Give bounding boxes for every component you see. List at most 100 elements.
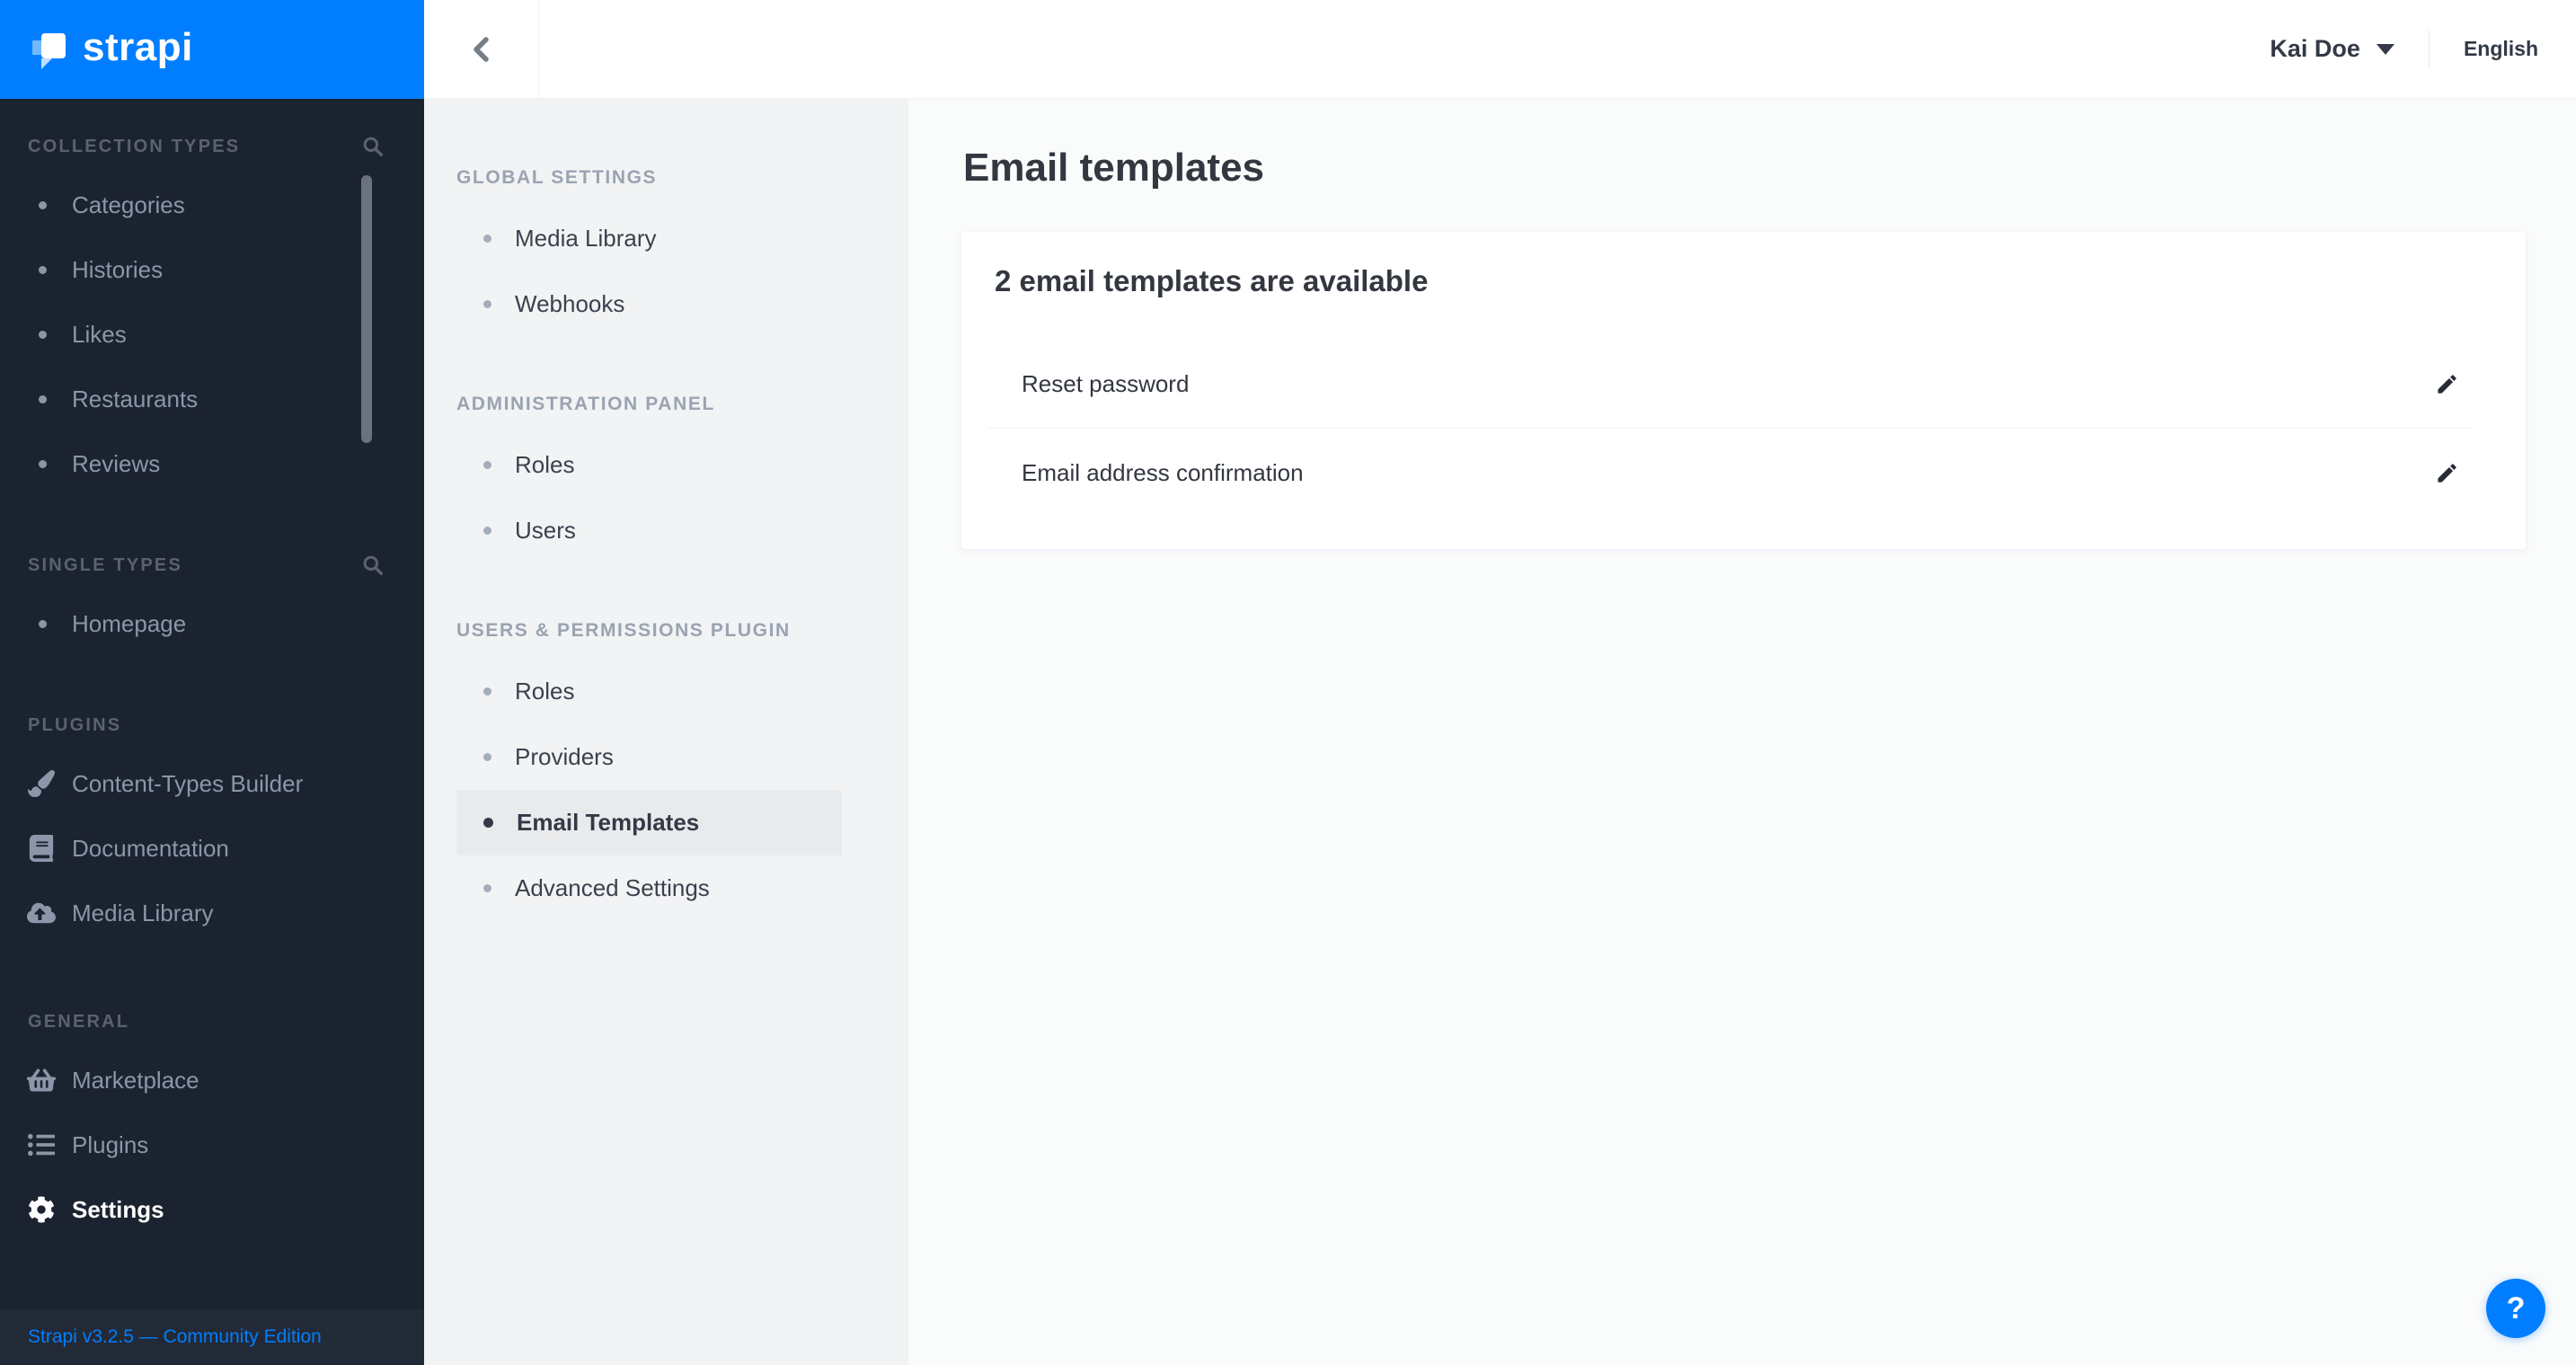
bullet-icon bbox=[483, 527, 491, 535]
back-button[interactable] bbox=[424, 0, 539, 98]
main-content: Email templates 2 email templates are av… bbox=[908, 99, 2576, 1365]
paintbrush-icon bbox=[27, 770, 56, 797]
subnav-item-label: Roles bbox=[515, 451, 575, 478]
sidebar-section-plugins: PLUGINS Content-Types Builder Documentatio… bbox=[0, 712, 424, 945]
sidebar-section-label: SINGLE TYPES bbox=[28, 554, 182, 575]
sidebar-item-label: Restaurants bbox=[72, 385, 199, 412]
strapi-logo-text: strapi bbox=[83, 25, 193, 69]
user-name: Kai Doe bbox=[2270, 35, 2360, 62]
sidebar-section-header: SINGLE TYPES bbox=[0, 552, 424, 579]
sidebar-items: Content-Types Builder Documentation Media … bbox=[0, 751, 424, 945]
subnav-section-header: USERS & PERMISSIONS PLUGIN bbox=[456, 617, 908, 644]
chevron-down-icon bbox=[2376, 43, 2395, 55]
subnav-item-email-templates[interactable]: Email Templates bbox=[456, 790, 842, 855]
template-row-reset-password: Reset password bbox=[961, 340, 2526, 428]
edit-template-button[interactable] bbox=[2427, 364, 2466, 403]
sidebar-scrollbar-thumb[interactable] bbox=[361, 175, 372, 443]
search-icon[interactable] bbox=[361, 554, 385, 577]
language-selector[interactable]: English bbox=[2464, 37, 2538, 61]
sidebar-section-label: PLUGINS bbox=[28, 714, 122, 735]
bullet-icon bbox=[39, 619, 47, 628]
sidebar-item-label: Likes bbox=[72, 320, 127, 348]
sidebar-item-label: Categories bbox=[72, 191, 185, 218]
subnav-item-roles[interactable]: Roles bbox=[456, 659, 842, 724]
help-button[interactable]: ? bbox=[2486, 1279, 2545, 1338]
sidebar-item-label: Reviews bbox=[72, 449, 161, 477]
bullet-icon bbox=[39, 200, 47, 209]
bullet-icon bbox=[483, 818, 493, 828]
subnav-item-roles[interactable]: Roles bbox=[456, 432, 842, 498]
edit-template-button[interactable] bbox=[2427, 453, 2466, 492]
subnav-item-label: Providers bbox=[515, 743, 614, 770]
sidebar-item-plugins[interactable]: Plugins bbox=[0, 1112, 424, 1177]
sidebar-item-label: Plugins bbox=[72, 1130, 149, 1158]
bullet-icon bbox=[39, 330, 47, 339]
subnav-item-providers[interactable]: Providers bbox=[456, 724, 842, 790]
strapi-logo-icon bbox=[32, 33, 66, 69]
subnav-section-header: ADMINISTRATION PANEL bbox=[456, 391, 908, 418]
sidebar-item-homepage[interactable]: Homepage bbox=[0, 591, 424, 656]
bullet-icon bbox=[483, 753, 491, 761]
sidebar-section-general: GENERAL Marketplace Plugins Settings bbox=[0, 1008, 424, 1242]
page-title: Email templates bbox=[963, 146, 1265, 190]
subnav-section-administration-panel: ADMINISTRATION PANEL Roles Users bbox=[424, 391, 908, 563]
sidebar-item-media-library[interactable]: Media Library bbox=[0, 881, 424, 945]
subnav-items: Media Library Webhooks bbox=[456, 206, 842, 337]
gear-icon bbox=[27, 1196, 56, 1223]
settings-subnav: GLOBAL SETTINGS Media Library Webhooks ADMI… bbox=[424, 99, 908, 1365]
subnav-section-label: USERS & PERMISSIONS PLUGIN bbox=[456, 620, 791, 641]
sidebar-item-content-types-builder[interactable]: Content-Types Builder bbox=[0, 751, 424, 816]
sidebar-item-reviews[interactable]: Reviews bbox=[0, 431, 424, 496]
subnav-item-label: Advanced Settings bbox=[515, 874, 710, 901]
email-templates-card: 2 email templates are available Reset pa… bbox=[961, 232, 2526, 549]
template-rows: Reset password Email address confirmation bbox=[961, 340, 2526, 517]
book-icon bbox=[27, 835, 56, 862]
sidebar-item-settings[interactable]: Settings bbox=[0, 1177, 424, 1242]
basket-icon bbox=[27, 1067, 56, 1094]
subnav-item-users[interactable]: Users bbox=[456, 498, 842, 563]
sidebar-section-single-types: SINGLE TYPES Homepage bbox=[0, 552, 424, 656]
sidebar-item-label: Homepage bbox=[72, 609, 187, 637]
search-icon[interactable] bbox=[361, 135, 385, 158]
sidebar-item-documentation[interactable]: Documentation bbox=[0, 816, 424, 881]
strapi-logo[interactable]: strapi bbox=[0, 0, 424, 99]
pencil-icon bbox=[2435, 372, 2459, 396]
sidebar-item-marketplace[interactable]: Marketplace bbox=[0, 1048, 424, 1112]
template-row-label: Reset password bbox=[1022, 369, 1190, 397]
sidebar-item-label: Marketplace bbox=[72, 1066, 199, 1094]
bullet-icon bbox=[39, 265, 47, 274]
bullet-icon bbox=[483, 235, 491, 243]
sidebar-item-label: Media Library bbox=[72, 899, 214, 926]
app-version-link[interactable]: Strapi v3.2.5 — Community Edition bbox=[28, 1326, 322, 1348]
bullet-icon bbox=[483, 300, 491, 308]
bullet-icon bbox=[39, 459, 47, 468]
card-heading: 2 email templates are available bbox=[995, 264, 1429, 297]
subnav-item-webhooks[interactable]: Webhooks bbox=[456, 271, 842, 337]
user-menu[interactable]: Kai Doe bbox=[2270, 35, 2395, 63]
sidebar-section-label: COLLECTION TYPES bbox=[28, 136, 241, 156]
strapi-admin-screen: strapi COLLECTION TYPES Categories Histori… bbox=[0, 0, 2576, 1365]
top-header: Kai Doe English bbox=[424, 0, 2576, 99]
chevron-left-icon bbox=[468, 34, 495, 65]
subnav-item-label: Webhooks bbox=[515, 290, 625, 317]
subnav-section-global-settings: GLOBAL SETTINGS Media Library Webhooks bbox=[424, 164, 908, 337]
subnav-item-label: Roles bbox=[515, 678, 575, 705]
pencil-icon bbox=[2435, 461, 2459, 485]
header-divider bbox=[2428, 29, 2430, 69]
sidebar-section-header: PLUGINS bbox=[0, 712, 424, 739]
subnav-section-users-permissions-plugin: USERS & PERMISSIONS PLUGIN Roles Providers… bbox=[424, 617, 908, 921]
sidebar-item-label: Settings bbox=[72, 1195, 164, 1223]
bullet-icon bbox=[39, 394, 47, 403]
subnav-section-label: ADMINISTRATION PANEL bbox=[456, 394, 715, 414]
sidebar-footer: Strapi v3.2.5 — Community Edition bbox=[0, 1309, 424, 1365]
template-row-email-address-confirmation: Email address confirmation bbox=[961, 429, 2526, 517]
cloud-upload-icon bbox=[27, 900, 56, 926]
template-row-label: Email address confirmation bbox=[1022, 458, 1304, 486]
subnav-item-media-library[interactable]: Media Library bbox=[456, 206, 842, 271]
bullet-icon bbox=[483, 687, 491, 696]
bullet-icon bbox=[483, 884, 491, 892]
subnav-item-advanced-settings[interactable]: Advanced Settings bbox=[456, 855, 842, 921]
sidebar-section-header: COLLECTION TYPES bbox=[0, 133, 424, 160]
subnav-section-label: GLOBAL SETTINGS bbox=[456, 167, 658, 188]
sidebar-items: Marketplace Plugins Settings bbox=[0, 1048, 424, 1242]
